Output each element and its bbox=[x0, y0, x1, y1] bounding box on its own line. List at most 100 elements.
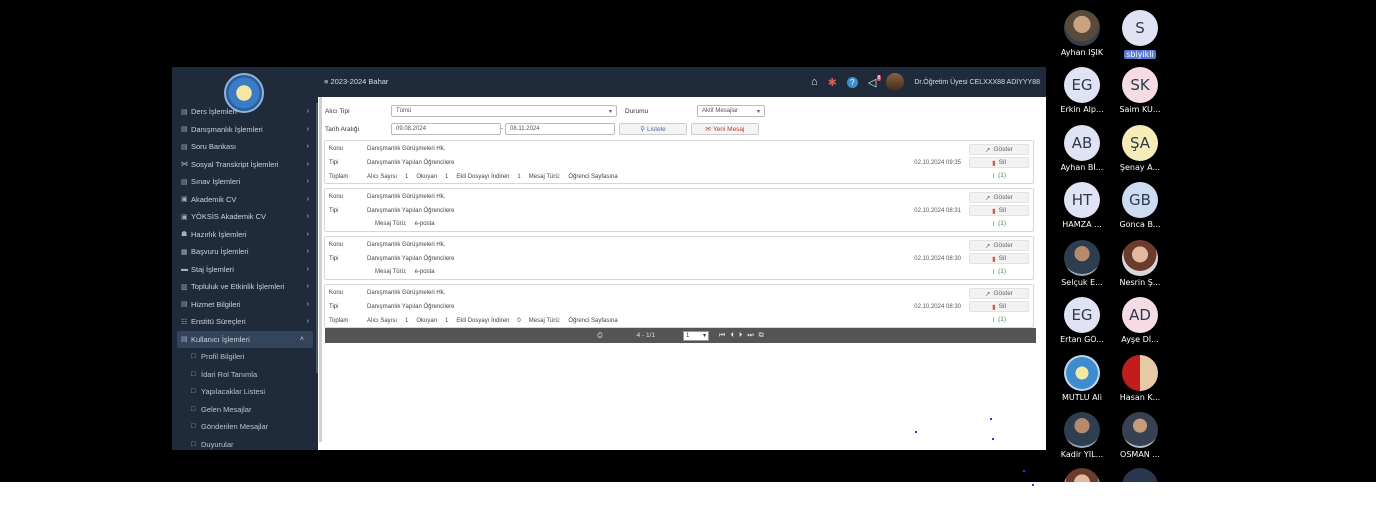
show-button[interactable]: ↗ Göster bbox=[969, 144, 1029, 155]
participant-tile-partial[interactable] bbox=[1056, 468, 1108, 482]
sidebar-item-danismanlik[interactable]: ▤ Danışmanlık İşlemleri › bbox=[172, 121, 318, 139]
list-button[interactable]: ⚲ Listele bbox=[619, 123, 687, 135]
submenu-gelen-mesajlar[interactable]: □ Gelen Mesajlar bbox=[172, 401, 318, 419]
attachment-link[interactable]: ⌇ (1) bbox=[969, 266, 1029, 277]
sidebar-item-basvuru[interactable]: ▦ Başvuru İşlemleri › bbox=[172, 243, 318, 261]
trash-icon: ▮ bbox=[992, 255, 996, 263]
list-icon: ▤ bbox=[181, 143, 188, 151]
delete-button[interactable]: ▮ Sil bbox=[969, 301, 1029, 312]
participant-avatar: EG bbox=[1064, 297, 1100, 333]
cursor-speck bbox=[992, 438, 994, 440]
app-window: ▤ Ders İşlemleri › ▤ Danışmanlık İşlemleri ›… bbox=[172, 67, 1046, 450]
attachment-link[interactable]: ⌇ (1) bbox=[969, 170, 1029, 181]
sidebar-item-staj[interactable]: ▬ Staj İşlemleri › bbox=[172, 261, 318, 279]
participant-avatar: HT bbox=[1064, 182, 1100, 218]
participant-tile[interactable]: AD Ayşe Dİ... bbox=[1114, 297, 1166, 344]
submenu-yapilacaklar[interactable]: □ Yapılacaklar Listesi bbox=[172, 383, 318, 401]
message-type-row: Mesaj Türü: e-posta bbox=[375, 221, 435, 227]
sidebar-item-sinav[interactable]: ▤ Sınav İşlemleri › bbox=[172, 173, 318, 191]
sidebar-item-yoksis[interactable]: ▣ YÖKSİS Akademik CV › bbox=[172, 208, 318, 226]
participant-name: Ayhan Bİ... bbox=[1060, 163, 1104, 172]
sidebar: ▤ Ders İşlemleri › ▤ Danışmanlık İşlemleri ›… bbox=[172, 67, 318, 450]
new-message-icon: ✉ bbox=[705, 126, 711, 133]
participant-tile[interactable]: SK Saim KU... bbox=[1114, 67, 1166, 114]
submenu-profil-bilgileri[interactable]: □ Profil Bilgileri bbox=[172, 348, 318, 366]
sidebar-item-kullanici[interactable]: ▤ Kullanıcı İşlemleri ˄ bbox=[177, 330, 313, 348]
participant-tile[interactable]: EG Ertan GÖ... bbox=[1056, 297, 1108, 344]
delete-button[interactable]: ▮ Sil bbox=[969, 253, 1029, 264]
participant-avatar bbox=[1064, 240, 1100, 276]
print-icon[interactable]: ⎙ bbox=[597, 332, 602, 340]
sidebar-item-soru-bankasi[interactable]: ▤ Soru Bankası › bbox=[172, 138, 318, 156]
date-from-input[interactable]: 09.08.2024 bbox=[391, 123, 501, 135]
submenu-duyurular[interactable]: □ Duyurular bbox=[172, 436, 318, 451]
participant-tile[interactable]: GB Gonca B... bbox=[1114, 182, 1166, 229]
participant-tile[interactable]: Selçuk E... bbox=[1056, 240, 1108, 287]
participant-tile[interactable]: Hasan K... bbox=[1114, 355, 1166, 402]
participant-tile-partial[interactable] bbox=[1114, 468, 1166, 482]
sidebar-item-hazirlik[interactable]: ☗ Hazırlık İşlemleri › bbox=[172, 226, 318, 244]
square-icon: □ bbox=[191, 423, 196, 431]
home-icon[interactable]: ⌂ bbox=[811, 76, 818, 88]
participant-tile[interactable]: Kadir YIL... bbox=[1056, 412, 1108, 459]
show-button[interactable]: ↗ Göster bbox=[969, 192, 1029, 203]
sidebar-item-hizmet[interactable]: ▤ Hizmet Bilgileri › bbox=[172, 296, 318, 314]
first-page-icon[interactable]: ⏮ bbox=[719, 332, 725, 340]
chevron-right-icon: › bbox=[306, 195, 309, 203]
caret-down-icon: ▾ bbox=[756, 108, 760, 115]
participant-tile[interactable]: EG Erkin Alp... bbox=[1056, 67, 1108, 114]
show-button[interactable]: ↗ Göster bbox=[969, 240, 1029, 251]
notification-count: 8 bbox=[876, 74, 882, 81]
subject-row: Konu Danışmanlık Görüşmeleri Hk. bbox=[329, 242, 446, 248]
user-name[interactable]: Dr.Öğretim Üyesi CELXXX88 ADIYYY88 bbox=[914, 79, 1040, 86]
submenu-gonderilen-mesajlar[interactable]: □ Gönderilen Mesajlar bbox=[172, 418, 318, 436]
participant-tile[interactable]: OSMAN ... bbox=[1114, 412, 1166, 459]
participant-avatar: AD bbox=[1122, 297, 1158, 333]
bottom-strip bbox=[0, 482, 1376, 515]
participant-tile[interactable]: Nesrin Ş... bbox=[1114, 240, 1166, 287]
participant-tile[interactable]: S sbiyikli bbox=[1114, 10, 1166, 61]
announcement-icon[interactable]: ◁ 8 bbox=[868, 74, 882, 89]
next-page-icon[interactable]: ⏵ bbox=[739, 332, 743, 340]
participant-tile[interactable]: MUTLU Ali bbox=[1056, 355, 1108, 402]
sidebar-item-topluluk[interactable]: ▥ Topluluk ve Etkinlik İşlemleri › bbox=[172, 278, 318, 296]
subject-row: Konu Danışmanlık Görüşmeleri Hk. bbox=[329, 194, 446, 200]
caret-down-icon: ▾ bbox=[608, 108, 612, 115]
participant-tile[interactable]: HT HAMZA ... bbox=[1056, 182, 1108, 229]
participant-tile[interactable]: ŞA Şenay A... bbox=[1114, 125, 1166, 172]
bed-icon: ▬ bbox=[181, 265, 188, 273]
submenu-idari-rol[interactable]: □ İdari Rol Tanımla bbox=[172, 366, 318, 384]
show-button[interactable]: ↗ Göster bbox=[969, 288, 1029, 299]
sidebar-item-enstitu[interactable]: ☷ Enstitü Süreçleri › bbox=[172, 313, 318, 331]
list-icon: ▤ bbox=[181, 336, 188, 344]
trash-icon: ▮ bbox=[992, 207, 996, 215]
participant-tile[interactable]: AB Ayhan Bİ... bbox=[1056, 125, 1108, 172]
delete-button[interactable]: ▮ Sil bbox=[969, 157, 1029, 168]
date-to-input[interactable]: 08.11.2024 bbox=[505, 123, 615, 135]
attachment-link[interactable]: ⌇ (1) bbox=[969, 314, 1029, 325]
participant-name: Gonca B... bbox=[1119, 220, 1161, 229]
id-card-icon: ▣ bbox=[181, 196, 188, 204]
participant-avatar: S bbox=[1122, 10, 1158, 46]
last-page-icon[interactable]: ⏭ bbox=[747, 332, 753, 340]
sidebar-item-sosyal-transkript[interactable]: ⋈ Sosyal Transkript İşlemleri › bbox=[172, 156, 318, 174]
participant-avatar bbox=[1122, 468, 1158, 482]
user-avatar[interactable] bbox=[886, 73, 905, 91]
help-icon[interactable]: ? bbox=[846, 76, 858, 88]
square-icon: □ bbox=[191, 388, 196, 396]
recipient-type-select[interactable]: Tümü ▾ bbox=[391, 105, 617, 117]
status-select[interactable]: Aktif Mesajlar ▾ bbox=[697, 105, 765, 117]
participant-tile[interactable]: Ayhan IŞIK bbox=[1056, 10, 1108, 57]
new-message-button[interactable]: ✉ Yeni Mesaj bbox=[691, 123, 759, 135]
delete-button[interactable]: ▮ Sil bbox=[969, 205, 1029, 216]
bug-icon[interactable]: ✱ bbox=[828, 76, 837, 89]
content-scrollbar[interactable] bbox=[319, 97, 322, 442]
copy-icon[interactable]: ⧉ bbox=[759, 332, 764, 340]
attachment-link[interactable]: ⌇ (1) bbox=[969, 218, 1029, 229]
page-select[interactable]: 1 ▾ bbox=[683, 330, 709, 341]
sidebar-item-ders[interactable]: ▤ Ders İşlemleri › bbox=[172, 103, 318, 121]
term-label[interactable]: ≡ 2023-2024 Bahar bbox=[324, 77, 388, 86]
chevron-right-icon: › bbox=[306, 178, 309, 186]
prev-page-icon[interactable]: ⏴ bbox=[730, 332, 734, 340]
sidebar-item-akademik-cv[interactable]: ▣ Akademik CV › bbox=[172, 191, 318, 209]
